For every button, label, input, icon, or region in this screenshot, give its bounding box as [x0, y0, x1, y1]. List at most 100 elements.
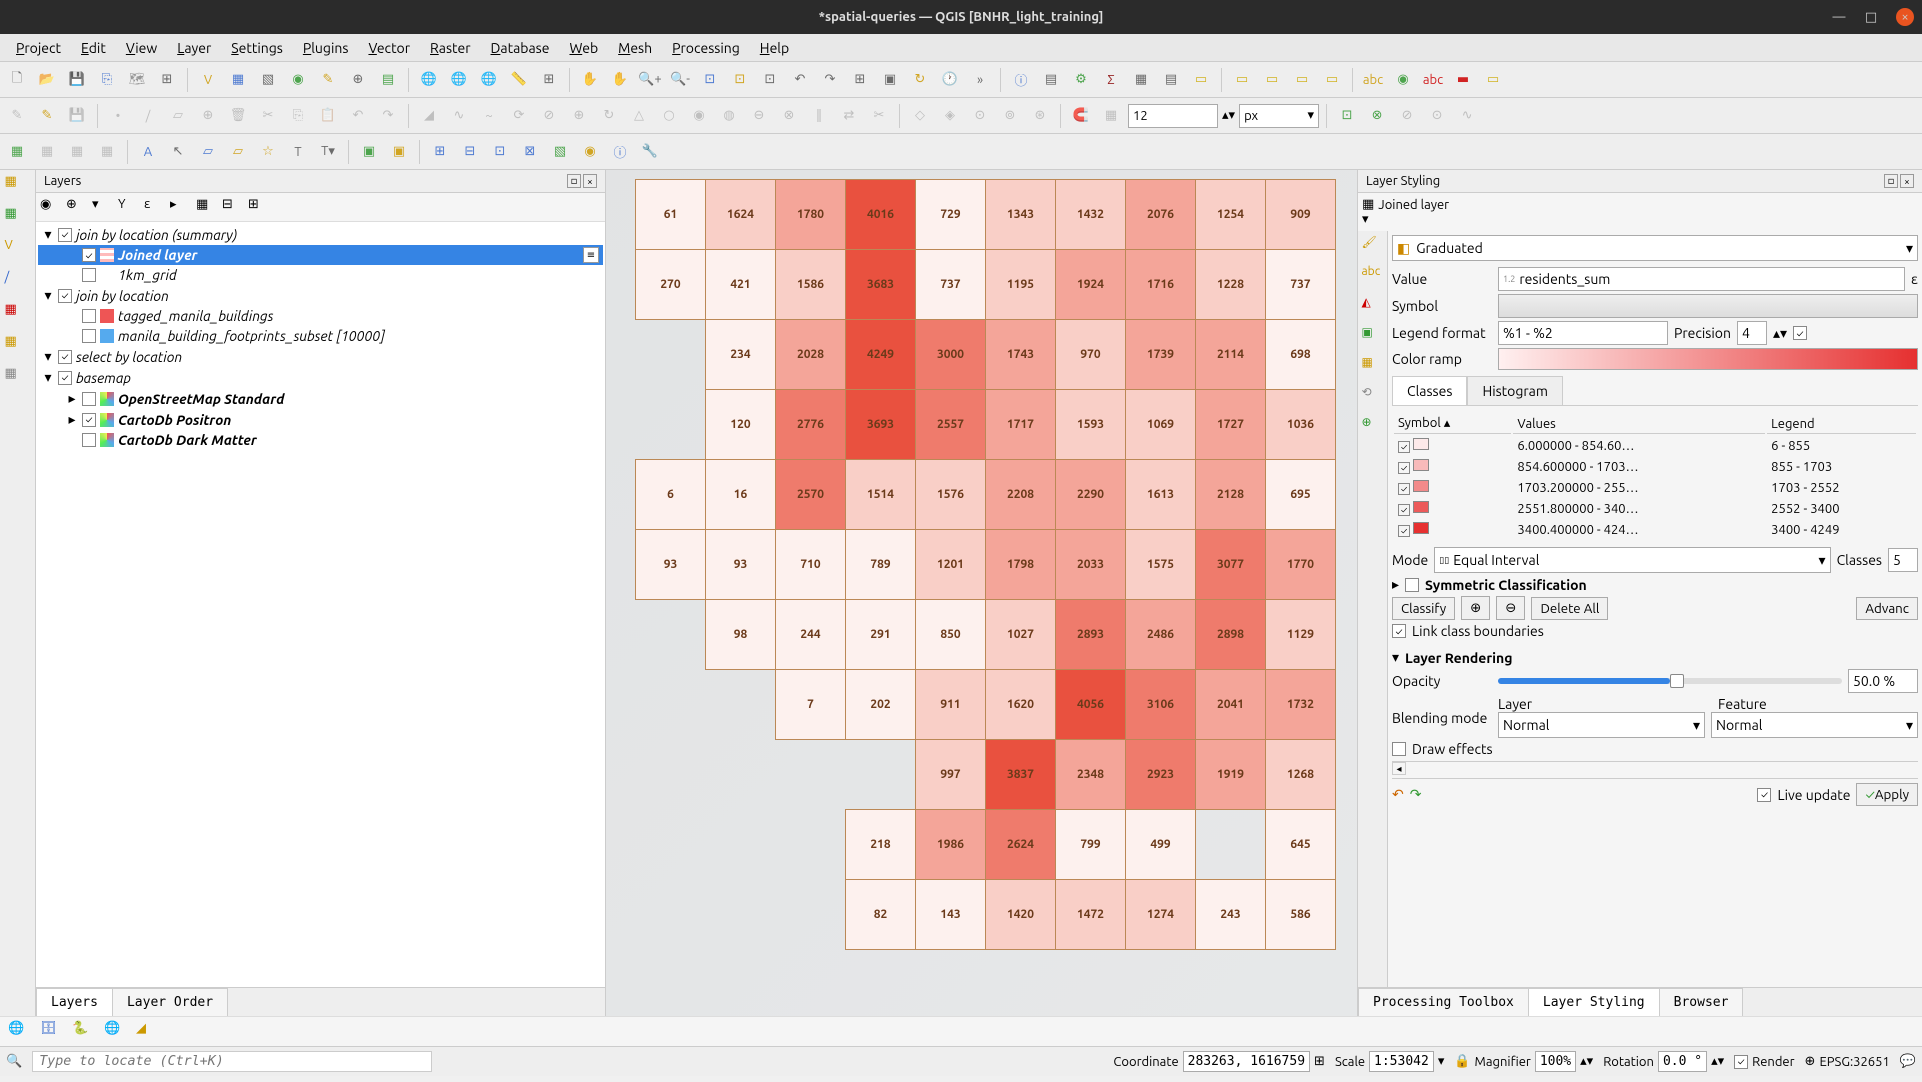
class-checkbox[interactable]: ✓	[1398, 462, 1410, 474]
link-boundaries-checkbox[interactable]: ✓	[1392, 624, 1406, 638]
color-ramp[interactable]	[1498, 348, 1918, 370]
visibility-checkbox[interactable]	[58, 350, 72, 364]
layer-tree-row[interactable]: Joined layer≡	[38, 245, 603, 265]
zoom-out-icon[interactable]: 🔍-	[667, 67, 693, 93]
visibility-checkbox[interactable]	[82, 329, 96, 343]
crs-value[interactable]: EPSG:32651	[1819, 1055, 1889, 1069]
chevron-down-icon[interactable]: ▾	[1438, 1054, 1445, 1069]
classes-header[interactable]: Symbol ▴	[1394, 414, 1511, 434]
tb3-14-icon[interactable]: ⊞	[427, 139, 453, 165]
visibility-checkbox[interactable]	[82, 309, 96, 323]
left-tb-3-icon[interactable]: /	[5, 270, 31, 296]
class-checkbox[interactable]: ✓	[1398, 441, 1410, 453]
class-checkbox[interactable]: ✓	[1398, 504, 1410, 516]
style-tab-1-icon[interactable]: abc	[1362, 265, 1384, 287]
new-map-view-icon[interactable]: ⊞	[847, 67, 873, 93]
class-row[interactable]: ✓ 1703.200000 - 255…1703 - 2552	[1394, 478, 1916, 497]
class-row[interactable]: ✓ 854.600000 - 1703…855 - 1703	[1394, 457, 1916, 476]
layer-tree-row[interactable]: manila_building_footprints_subset [10000…	[38, 326, 603, 346]
tb3-11-icon[interactable]: T▾	[315, 139, 341, 165]
opacity-input[interactable]: 50.0 %	[1848, 669, 1918, 693]
visibility-checkbox[interactable]	[58, 289, 72, 303]
zoom-last-icon[interactable]: ↶	[787, 67, 813, 93]
deselect-icon[interactable]: ▭	[1319, 67, 1345, 93]
layers-tab[interactable]: Layers	[36, 988, 113, 1016]
identify-icon[interactable]: ⓘ	[1008, 67, 1034, 93]
layers-tb-5-icon[interactable]: ▸	[170, 197, 190, 217]
layers-tb-8-icon[interactable]: ⊞	[248, 197, 268, 217]
label4-icon[interactable]: ▬	[1450, 67, 1476, 93]
classify-button[interactable]: Classify	[1392, 597, 1455, 620]
new-virtual-icon[interactable]: ✎	[315, 67, 341, 93]
visibility-checkbox[interactable]	[82, 248, 96, 262]
new-print-icon[interactable]: 🗺	[124, 67, 150, 93]
layers-tb-1-icon[interactable]: ⊕	[66, 197, 86, 217]
style-bottom-tab[interactable]: Browser	[1659, 988, 1744, 1016]
close-button[interactable]: ×	[1896, 8, 1914, 26]
visibility-checkbox[interactable]	[58, 371, 72, 385]
mode-combo[interactable]: ▯▯Equal Interval▾	[1434, 547, 1830, 573]
layer-tree-row[interactable]: ▾join by location (summary)	[38, 224, 603, 245]
select-expression-icon[interactable]: ▭	[1289, 67, 1315, 93]
layers-tb-4-icon[interactable]: ε	[144, 197, 164, 217]
left-tb-5-icon[interactable]: ▦	[5, 334, 31, 360]
menu-vector[interactable]: Vector	[360, 38, 418, 58]
new-geopackage-icon[interactable]: ▦	[225, 67, 251, 93]
layer-tree-row[interactable]: ▾basemap	[38, 367, 603, 388]
add-class-button[interactable]: ⊕	[1461, 596, 1490, 620]
layers-tree[interactable]: ▾join by location (summary)Joined layer≡…	[36, 222, 605, 987]
bottom-icon-1[interactable]: 🗄	[40, 1021, 62, 1043]
select-features-icon[interactable]: ▭	[1188, 67, 1214, 93]
legend-format-input[interactable]: %1 - %2	[1498, 321, 1668, 345]
value-field[interactable]: 1.2residents_sum	[1498, 267, 1905, 291]
open-project-icon[interactable]: 📂	[34, 67, 60, 93]
tb3-18-icon[interactable]: ▧	[547, 139, 573, 165]
tb3-7-icon[interactable]: ▱	[195, 139, 221, 165]
menu-processing[interactable]: Processing	[664, 38, 748, 58]
new-3d-icon[interactable]: ▣	[877, 67, 903, 93]
show-layout-icon[interactable]: ⊞	[154, 67, 180, 93]
layers-tab[interactable]: Layer Order	[112, 988, 228, 1016]
class-row[interactable]: ✓ 6.000000 - 854.60…6 - 855	[1394, 436, 1916, 455]
left-tb-1-icon[interactable]: ▦	[5, 206, 31, 232]
temporal-icon[interactable]: 🕐	[937, 67, 963, 93]
advanced-button[interactable]: Advanc	[1856, 597, 1918, 620]
layers-tb-2-icon[interactable]: ▾	[92, 197, 112, 217]
spinner-icon[interactable]: ▴▾	[1222, 108, 1235, 123]
visibility-checkbox[interactable]	[82, 433, 96, 447]
menu-edit[interactable]: Edit	[73, 38, 114, 58]
tb3-12-icon[interactable]: ▣	[356, 139, 382, 165]
expand-icon[interactable]: ▾	[42, 348, 54, 365]
attribute-table-icon[interactable]: ▦	[1128, 67, 1154, 93]
class-checkbox[interactable]: ✓	[1398, 525, 1410, 537]
style-tab-3-icon[interactable]: ▣	[1362, 325, 1384, 347]
field-calc-icon[interactable]: ▤	[1158, 67, 1184, 93]
add-vector-icon[interactable]: ⊕	[345, 67, 371, 93]
undock-style-icon[interactable]: ▫	[1884, 174, 1898, 188]
spinner-icon[interactable]: ▴▾	[1773, 325, 1787, 342]
renderer-combo[interactable]: ◧Graduated ▾	[1392, 235, 1918, 261]
opacity-slider[interactable]	[1498, 678, 1842, 684]
menu-database[interactable]: Database	[483, 38, 558, 58]
left-tb-2-icon[interactable]: V	[5, 238, 31, 264]
undock-icon[interactable]: ▫	[567, 174, 581, 188]
select-value-icon[interactable]: ▭	[1259, 67, 1285, 93]
extents-icon[interactable]: ⊞	[1314, 1054, 1325, 1069]
add-wfs-icon[interactable]: 🌐	[446, 67, 472, 93]
symbol-preview[interactable]	[1498, 294, 1918, 318]
tb3-5-icon[interactable]: A	[135, 139, 161, 165]
style-layer-combo[interactable]: ▦Joined layer ▾	[1362, 197, 1918, 227]
refresh-icon[interactable]: ↻	[907, 67, 933, 93]
tb3-19-icon[interactable]: ◉	[577, 139, 603, 165]
close-style-icon[interactable]: ×	[1900, 174, 1914, 188]
select-features-rect-icon[interactable]: ▭	[1229, 67, 1255, 93]
statistics-icon[interactable]: ▤	[1038, 67, 1064, 93]
tb3-8-icon[interactable]: ▱	[225, 139, 251, 165]
layers-tb-0-icon[interactable]: ◉	[40, 197, 60, 217]
crs-icon[interactable]: ⊕	[1805, 1054, 1816, 1069]
bottom-icon-0[interactable]: 🌐	[8, 1021, 30, 1043]
blend-layer-combo[interactable]: Normal▾	[1498, 712, 1705, 738]
layer-tree-row[interactable]: ▾join by location	[38, 285, 603, 306]
left-tb-4-icon[interactable]: ▦	[5, 302, 31, 328]
spinner-icon[interactable]: ▴▾	[1580, 1054, 1593, 1069]
